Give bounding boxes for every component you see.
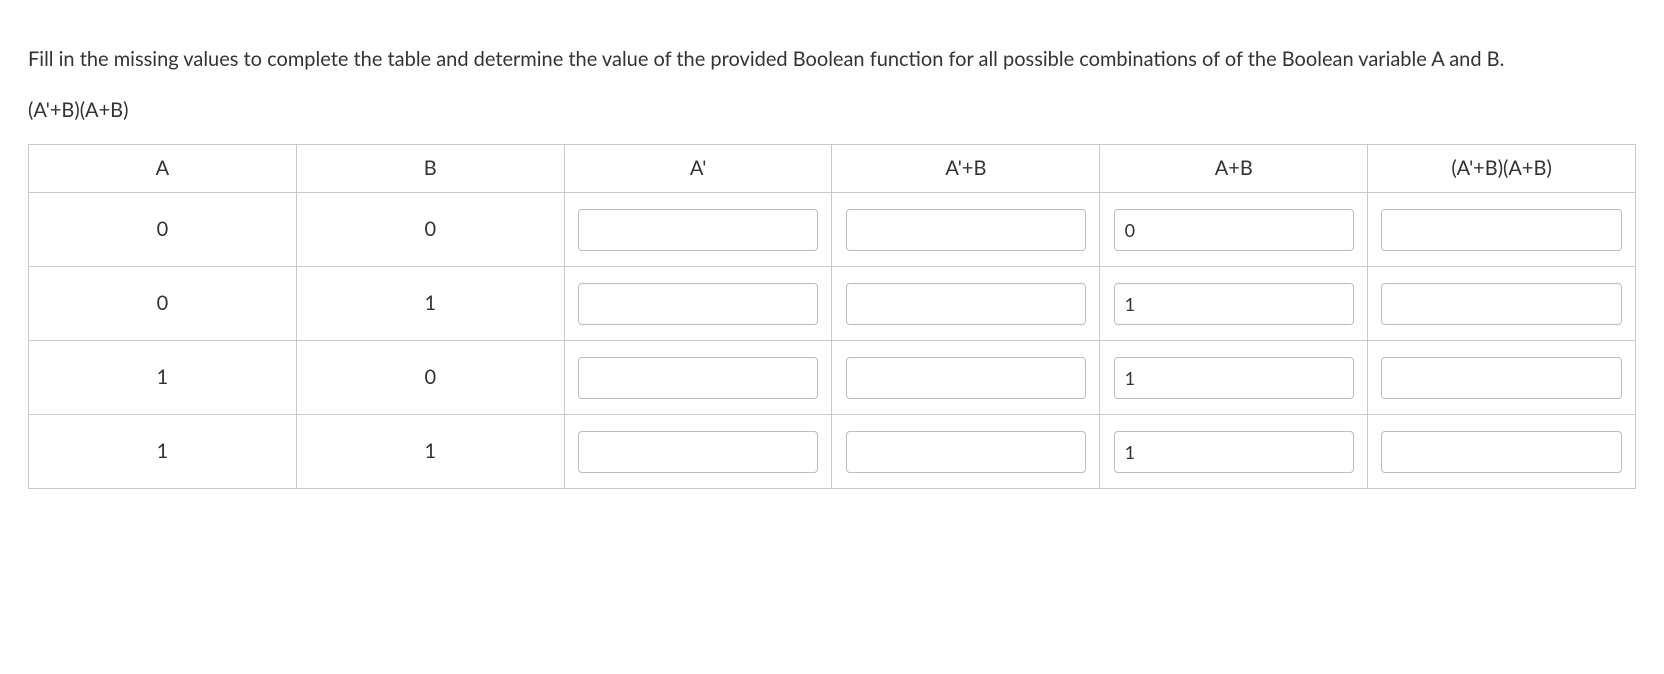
input-Aprime[interactable] [578,283,818,325]
table-row: 0 1 [29,267,1636,341]
cell-B: 0 [296,341,564,415]
table-row: 1 0 [29,341,1636,415]
input-AprimeB[interactable] [846,209,1086,251]
col-header-A: A [29,145,297,193]
cell-AplusB [1100,341,1368,415]
col-header-AplusB: A+B [1100,145,1368,193]
cell-B: 0 [296,193,564,267]
cell-Aprime [564,415,832,489]
input-AplusB[interactable] [1114,431,1354,473]
cell-A: 0 [29,267,297,341]
cell-A: 0 [29,193,297,267]
input-result[interactable] [1381,209,1621,251]
cell-AplusB [1100,415,1368,489]
input-Aprime[interactable] [578,357,818,399]
cell-B: 1 [296,415,564,489]
cell-result [1368,341,1636,415]
cell-AplusB [1100,193,1368,267]
cell-A: 1 [29,341,297,415]
cell-AprimeB [832,415,1100,489]
col-header-AprimeB: A'+B [832,145,1100,193]
cell-AprimeB [832,193,1100,267]
question-prompt: Fill in the missing values to complete t… [28,44,1636,75]
truth-table: A B A' A'+B A+B (A'+B)(A+B) 0 0 0 1 1 0 [28,144,1636,489]
input-result[interactable] [1381,431,1621,473]
cell-result [1368,193,1636,267]
cell-A: 1 [29,415,297,489]
cell-Aprime [564,193,832,267]
input-Aprime[interactable] [578,209,818,251]
input-result[interactable] [1381,357,1621,399]
col-header-result: (A'+B)(A+B) [1368,145,1636,193]
cell-result [1368,267,1636,341]
input-AplusB[interactable] [1114,357,1354,399]
cell-AprimeB [832,267,1100,341]
input-AprimeB[interactable] [846,357,1086,399]
table-row: 1 1 [29,415,1636,489]
input-result[interactable] [1381,283,1621,325]
input-Aprime[interactable] [578,431,818,473]
cell-B: 1 [296,267,564,341]
table-row: 0 0 [29,193,1636,267]
col-header-B: B [296,145,564,193]
boolean-expression: (A'+B)(A+B) [28,95,1636,126]
col-header-Aprime: A' [564,145,832,193]
cell-Aprime [564,341,832,415]
cell-AprimeB [832,341,1100,415]
cell-Aprime [564,267,832,341]
input-AplusB[interactable] [1114,283,1354,325]
table-header-row: A B A' A'+B A+B (A'+B)(A+B) [29,145,1636,193]
input-AprimeB[interactable] [846,431,1086,473]
input-AprimeB[interactable] [846,283,1086,325]
cell-AplusB [1100,267,1368,341]
cell-result [1368,415,1636,489]
input-AplusB[interactable] [1114,209,1354,251]
